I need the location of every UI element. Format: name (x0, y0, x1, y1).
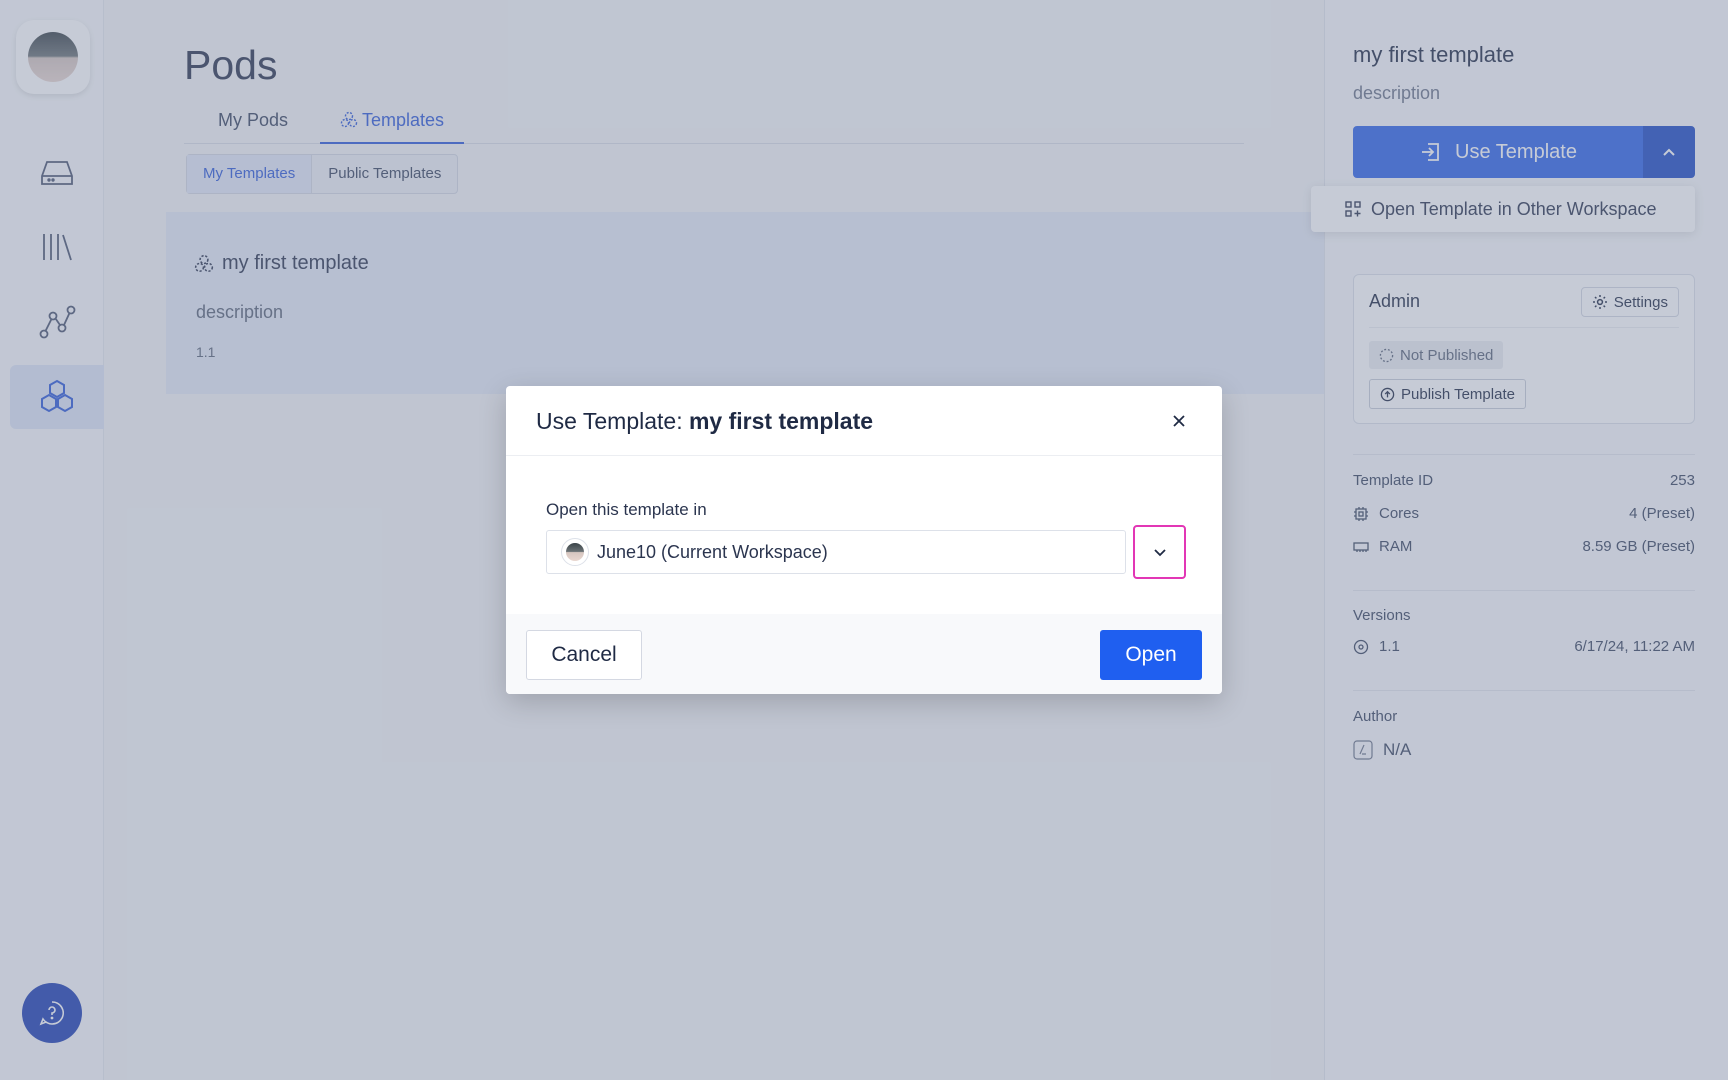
workspace-field-label: Open this template in (546, 500, 707, 519)
selected-workspace: June10 (Current Workspace) (597, 541, 828, 562)
close-button[interactable] (1166, 408, 1192, 434)
dialog-title: Use Template: my first template (536, 408, 873, 435)
open-button[interactable]: Open (1100, 630, 1202, 680)
cancel-button[interactable]: Cancel (526, 630, 642, 680)
workspace-avatar (561, 538, 589, 566)
dialog-title-prefix: Use Template: (536, 408, 689, 434)
dialog-header: Use Template: my first template (506, 386, 1222, 456)
workspace-select[interactable]: June10 (Current Workspace) (546, 530, 1126, 574)
use-template-dialog: Use Template: my first template Open thi… (506, 386, 1222, 694)
close-icon (1173, 415, 1185, 427)
dialog-title-name: my first template (688, 408, 874, 434)
workspace-select-toggle[interactable] (1133, 525, 1186, 579)
chevron-down-icon (1153, 549, 1166, 557)
dialog-footer: Cancel Open (506, 614, 1222, 694)
